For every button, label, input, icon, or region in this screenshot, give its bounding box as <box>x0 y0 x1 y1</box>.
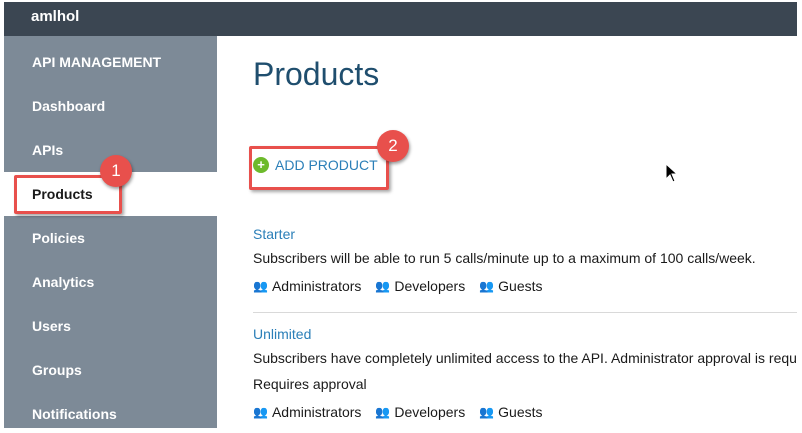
users-icon: 👥 <box>375 279 391 293</box>
sidebar-header: API MANAGEMENT <box>32 54 162 70</box>
group-tag: 👥 Administrators <box>253 404 361 420</box>
add-product-callout-box <box>249 146 389 190</box>
users-icon: 👥 <box>479 405 495 419</box>
group-label: Developers <box>394 278 466 294</box>
group-label: Guests <box>498 404 543 420</box>
product-unlimited: Unlimited Subscribers have completely un… <box>253 326 797 420</box>
product-name-link[interactable]: Starter <box>253 226 797 242</box>
top-bar: amlhol <box>4 2 797 36</box>
group-tag: 👥 Developers <box>375 404 465 420</box>
sidebar-item-notifications[interactable]: Notifications <box>4 392 217 428</box>
sidebar: API MANAGEMENT Dashboard APIs Products P… <box>4 36 217 428</box>
group-tag: 👥 Developers <box>375 278 465 294</box>
product-name-link[interactable]: Unlimited <box>253 326 797 342</box>
product-groups: 👥 Administrators 👥 Developers 👥 Guests <box>253 404 797 420</box>
group-label: Developers <box>394 404 466 420</box>
group-label: Guests <box>498 278 543 294</box>
main-content: Products + ADD PRODUCT 2 Starter Subscri… <box>217 36 797 428</box>
users-icon: 👥 <box>253 405 268 419</box>
window-frame: amlhol API MANAGEMENT Dashboard APIs Pro… <box>4 2 797 428</box>
sidebar-item-analytics[interactable]: Analytics <box>4 260 217 304</box>
requires-approval: Requires approval <box>253 376 367 392</box>
group-tag: 👥 Administrators <box>253 278 361 294</box>
group-label: Administrators <box>271 278 362 294</box>
product-groups: 👥 Administrators 👥 Developers 👥 Guests <box>253 278 797 294</box>
callout-badge-1: 1 <box>100 155 132 187</box>
account-name[interactable]: amlhol <box>31 8 79 25</box>
users-icon: 👥 <box>253 279 268 293</box>
users-icon: 👥 <box>479 279 495 293</box>
callout-badge-2: 2 <box>377 130 409 162</box>
users-icon: 👥 <box>375 405 391 419</box>
page-title: Products <box>253 56 380 92</box>
group-tag: 👥 Guests <box>479 404 542 420</box>
sidebar-item-dashboard[interactable]: Dashboard <box>4 84 217 128</box>
product-description: Subscribers have completely unlimited ac… <box>253 350 797 366</box>
product-divider <box>253 312 797 313</box>
product-starter: Starter Subscribers will be able to run … <box>253 226 797 294</box>
group-label: Administrators <box>271 404 362 420</box>
product-description: Subscribers will be able to run 5 calls/… <box>253 250 756 266</box>
sidebar-item-policies[interactable]: Policies <box>4 216 217 260</box>
mouse-cursor-icon <box>665 163 679 183</box>
group-tag: 👥 Guests <box>479 278 542 294</box>
sidebar-item-groups[interactable]: Groups <box>4 348 217 392</box>
sidebar-item-users[interactable]: Users <box>4 304 217 348</box>
